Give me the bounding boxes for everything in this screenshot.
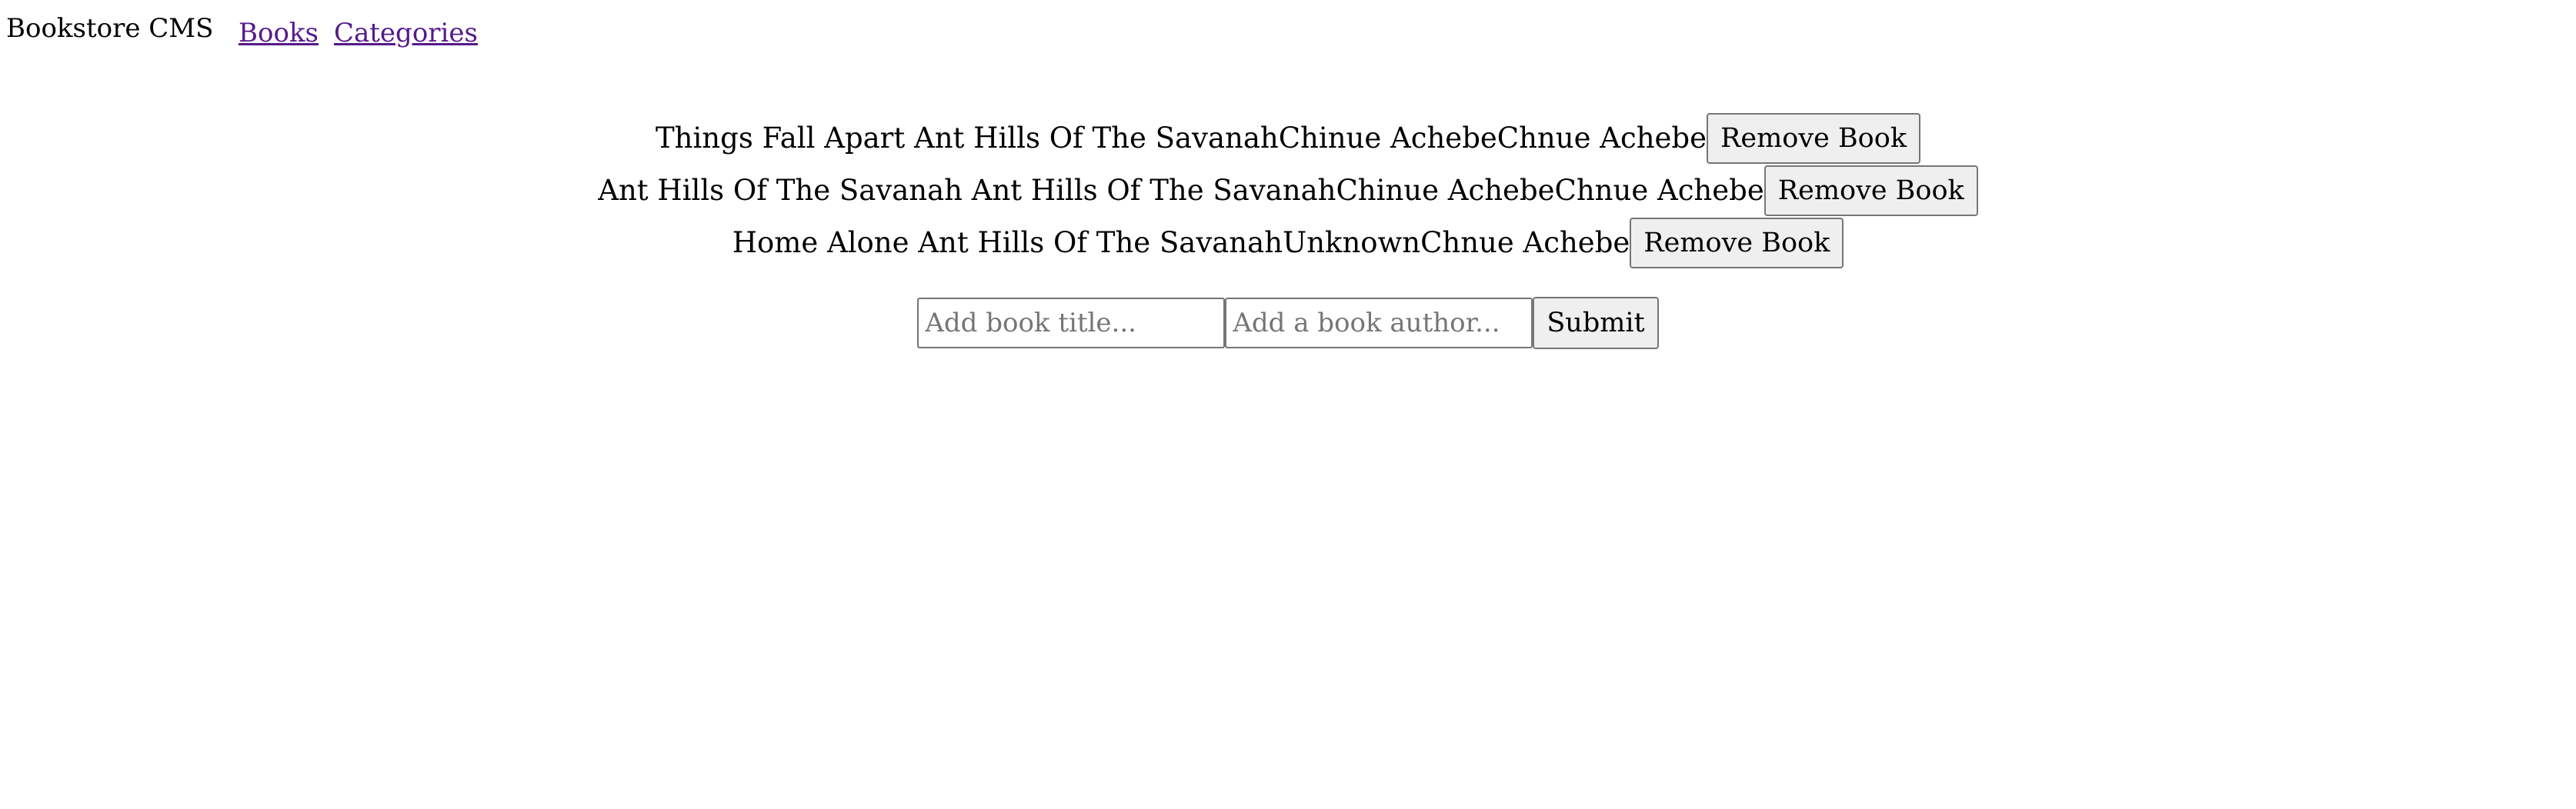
main-nav: Books Categories bbox=[239, 15, 478, 51]
book-item: Ant Hills Of The Savanah Ant Hills Of Th… bbox=[598, 165, 1978, 217]
book-author: Chinue Achebe bbox=[1336, 174, 1555, 207]
book-list: Things Fall Apart Ant Hills Of The Savan… bbox=[0, 112, 2576, 269]
book-details: Home Alone Ant Hills Of The SavanahUnkno… bbox=[732, 225, 1630, 261]
add-book-form: Submit bbox=[0, 297, 2576, 349]
book-title: Ant Hills Of The Savanah Ant Hills Of Th… bbox=[598, 174, 1336, 207]
remove-book-button[interactable]: Remove Book bbox=[1763, 165, 1978, 216]
book-author-input[interactable] bbox=[1225, 298, 1533, 348]
book-title: Things Fall Apart Ant Hills Of The Savan… bbox=[655, 122, 1279, 155]
app-header: Bookstore CMS Books Categories bbox=[0, 0, 2576, 69]
book-details: Things Fall Apart Ant Hills Of The Savan… bbox=[656, 121, 1707, 156]
remove-book-button[interactable]: Remove Book bbox=[1707, 113, 1921, 164]
book-item: Home Alone Ant Hills Of The SavanahUnkno… bbox=[732, 217, 1844, 269]
remove-book-button[interactable]: Remove Book bbox=[1630, 218, 1844, 268]
book-title-input[interactable] bbox=[917, 298, 1226, 348]
brand-title: Bookstore CMS bbox=[6, 13, 214, 44]
book-author: Unknown bbox=[1283, 226, 1421, 259]
book-item: Things Fall Apart Ant Hills Of The Savan… bbox=[656, 112, 1921, 165]
book-author: Chinue Achebe bbox=[1278, 122, 1497, 155]
book-category: Chnue Achebe bbox=[1420, 226, 1630, 259]
book-category: Chnue Achebe bbox=[1497, 122, 1707, 155]
nav-link-books[interactable]: Books bbox=[239, 15, 319, 51]
nav-link-categories[interactable]: Categories bbox=[334, 15, 478, 51]
book-title: Home Alone Ant Hills Of The Savanah bbox=[732, 226, 1283, 259]
submit-button[interactable]: Submit bbox=[1533, 297, 1659, 349]
book-category: Chnue Achebe bbox=[1554, 174, 1764, 207]
book-details: Ant Hills Of The Savanah Ant Hills Of Th… bbox=[598, 173, 1764, 208]
